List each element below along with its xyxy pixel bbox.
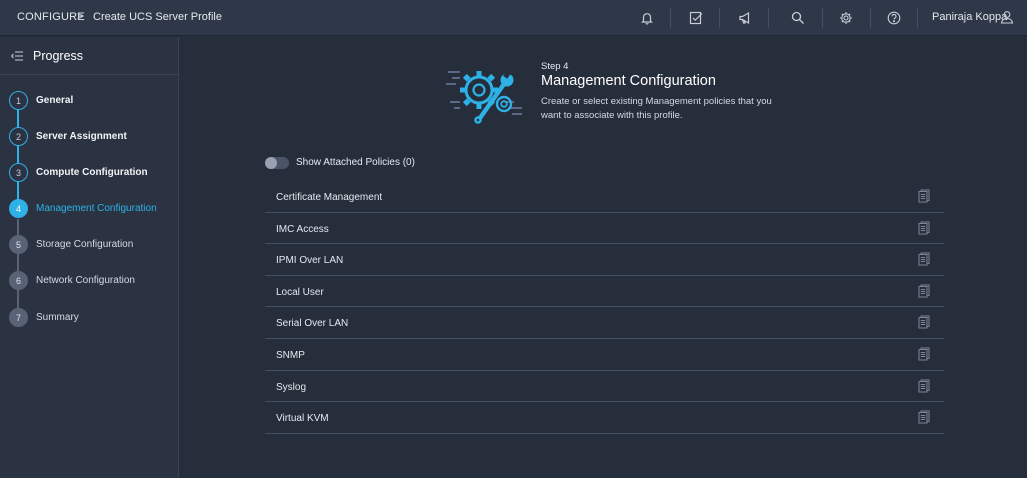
- step-indicator: Step 4: [541, 61, 569, 72]
- toolbar-divider: [822, 8, 823, 28]
- policy-row-snmp[interactable]: SNMP: [265, 339, 944, 371]
- step-compute-configuration[interactable]: 3 Compute Configuration: [9, 163, 174, 183]
- user-icon[interactable]: [1000, 10, 1016, 26]
- gear-icon[interactable]: [838, 10, 854, 26]
- search-icon[interactable]: [790, 10, 806, 26]
- step-number: 5: [9, 235, 28, 254]
- task-check-icon[interactable]: [688, 10, 704, 26]
- top-bar: CONFIGURE > Create UCS Server Profile Pa…: [0, 0, 1027, 36]
- copy-policy-icon[interactable]: [918, 252, 930, 266]
- policy-row-serial-over-lan[interactable]: Serial Over LAN: [265, 307, 944, 339]
- policy-name: SNMP: [276, 349, 305, 361]
- toolbar-divider: [670, 8, 671, 28]
- step-server-assignment[interactable]: 2 Server Assignment: [9, 127, 174, 147]
- management-configuration-icon: [446, 58, 528, 124]
- toolbar-divider: [719, 8, 720, 28]
- copy-policy-icon[interactable]: [918, 410, 930, 424]
- page-title: Management Configuration: [541, 73, 716, 89]
- policy-name: Certificate Management: [276, 192, 383, 203]
- progress-sidebar: Progress 1 General 2 Server Assignment 3…: [0, 37, 179, 478]
- step-label: Summary: [36, 312, 79, 323]
- step-number: 6: [9, 271, 28, 290]
- copy-policy-icon[interactable]: [918, 221, 930, 235]
- megaphone-icon[interactable]: [737, 10, 753, 26]
- toggle-knob: [265, 157, 277, 169]
- copy-policy-icon[interactable]: [918, 189, 930, 203]
- show-attached-policies-toggle[interactable]: [265, 157, 289, 169]
- step-label: Compute Configuration: [36, 167, 148, 178]
- copy-policy-icon[interactable]: [918, 379, 930, 393]
- step-label: Management Configuration: [36, 203, 157, 214]
- copy-policy-icon[interactable]: [918, 347, 930, 361]
- toolbar-divider: [870, 8, 871, 28]
- step-number: 2: [9, 127, 28, 146]
- step-label: Storage Configuration: [36, 239, 134, 250]
- step-general[interactable]: 1 General: [9, 91, 174, 111]
- toolbar-divider: [768, 8, 769, 28]
- collapse-menu-icon[interactable]: [11, 49, 24, 61]
- toolbar-divider: [917, 8, 918, 28]
- show-attached-policies-label: Show Attached Policies (0): [296, 157, 415, 168]
- step-label: Server Assignment: [36, 131, 127, 142]
- progress-line-complete: [17, 110, 19, 209]
- policy-name: Serial Over LAN: [276, 318, 349, 330]
- copy-policy-icon[interactable]: [918, 284, 930, 298]
- step-number: 1: [9, 91, 28, 110]
- user-name[interactable]: Paniraja Koppa: [932, 11, 1007, 23]
- breadcrumb-root[interactable]: CONFIGURE: [17, 11, 85, 23]
- step-management-configuration[interactable]: 4 Management Configuration: [9, 199, 174, 219]
- policy-name: Virtual KVM: [276, 413, 329, 425]
- policy-row-certificate-management[interactable]: Certificate Management: [265, 181, 944, 213]
- policy-name: Local User: [276, 286, 324, 298]
- policy-name: Syslog: [276, 381, 307, 393]
- step-number: 4: [9, 199, 28, 218]
- page-description: Create or select existing Management pol…: [541, 96, 772, 121]
- step-number: 3: [9, 163, 28, 182]
- breadcrumb-current-page: Create UCS Server Profile: [93, 11, 222, 23]
- step-storage-configuration[interactable]: 5 Storage Configuration: [9, 235, 174, 255]
- bell-icon[interactable]: [639, 10, 655, 26]
- step-summary[interactable]: 7 Summary: [9, 308, 174, 328]
- policy-name: IMC Access: [276, 223, 329, 235]
- policy-row-ipmi-over-lan[interactable]: IPMI Over LAN: [265, 244, 944, 276]
- copy-policy-icon[interactable]: [918, 315, 930, 329]
- progress-header: Progress: [0, 37, 178, 75]
- step-number: 7: [9, 308, 28, 327]
- progress-line-remaining: [17, 219, 19, 313]
- step-label: Network Configuration: [36, 275, 135, 286]
- help-icon[interactable]: [886, 10, 902, 26]
- policy-row-virtual-kvm[interactable]: Virtual KVM: [265, 402, 944, 434]
- breadcrumb-separator: >: [77, 9, 85, 23]
- policy-row-imc-access[interactable]: IMC Access: [265, 213, 944, 245]
- step-label: General: [36, 95, 74, 106]
- policy-row-local-user[interactable]: Local User: [265, 276, 944, 308]
- progress-title: Progress: [33, 49, 84, 63]
- policy-list: Certificate Management IMC Access IPMI O…: [265, 181, 944, 434]
- policy-name: IPMI Over LAN: [276, 255, 344, 267]
- policy-row-syslog[interactable]: Syslog: [265, 371, 944, 403]
- step-network-configuration[interactable]: 6 Network Configuration: [9, 271, 174, 291]
